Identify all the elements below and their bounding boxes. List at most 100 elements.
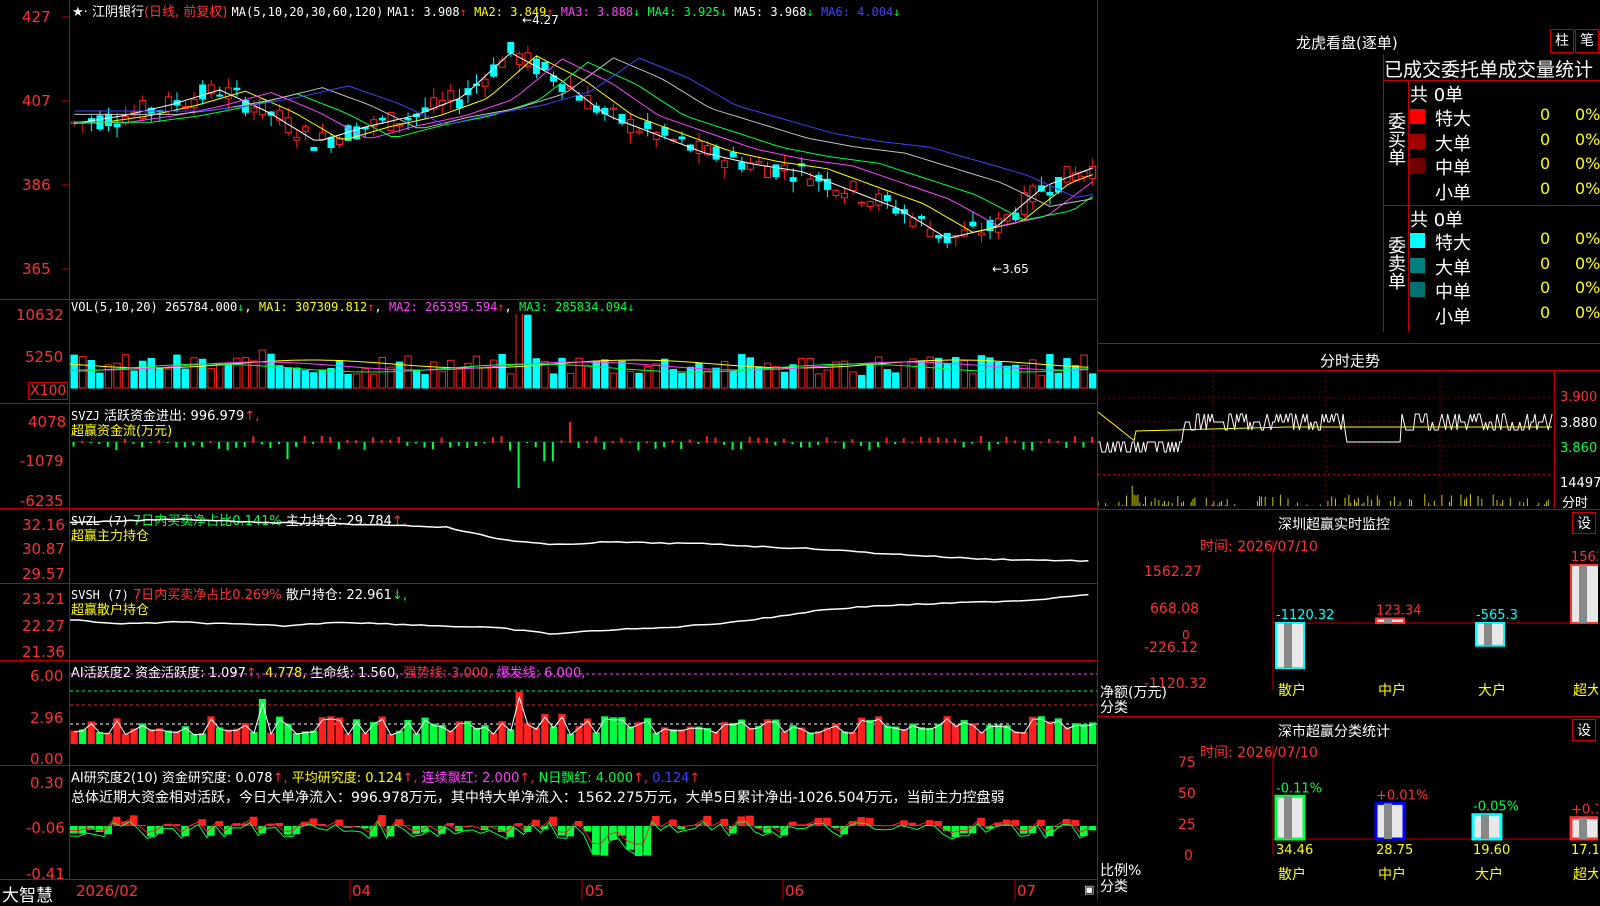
intraday-chart[interactable] [1098, 372, 1554, 508]
research-bar [70, 826, 78, 833]
sell-count: 0 [1540, 303, 1550, 322]
volume-bar [585, 366, 591, 388]
volume-bar [1055, 373, 1061, 388]
flow-bar [697, 442, 699, 444]
flow-bar [81, 441, 83, 443]
price-axis-365: 365 [22, 260, 51, 278]
flow-bar [809, 442, 811, 448]
volume-bar [422, 375, 428, 388]
sell-color-swatch [1410, 258, 1425, 273]
ratio-bar-chart[interactable]: -0.11%34.46散户+0.01%28.75中户-0.05%19.60大户+… [1198, 745, 1598, 900]
monitor-axis-3: -226.12 [1144, 640, 1198, 656]
classify-title: 深市超赢分类统计 [1278, 721, 1390, 741]
candle-body [456, 100, 462, 108]
net-amount-bar-chart[interactable]: -1120.32散户123.34中户-565.3大户1562.27超大 [1198, 540, 1598, 710]
ratio-value-label: 17.19 [1571, 843, 1598, 858]
flow-bar [612, 441, 614, 443]
retail-holding-chart[interactable] [70, 584, 1097, 660]
flow-bar [132, 442, 134, 444]
price-axis-386: 386 [22, 176, 51, 194]
ma-value-3: MA3: 3.888 [554, 5, 633, 19]
research-bar [815, 818, 823, 826]
svzl-axis-bot: 29.57 [22, 565, 65, 583]
flow-bar [749, 437, 751, 443]
sz-monitor-settings-button[interactable]: 设 [1572, 512, 1596, 534]
net-value-label: 1562.27 [1571, 550, 1598, 565]
buy-row: 大单00% [1410, 130, 1600, 154]
volume-bar [499, 354, 505, 388]
classify-axis-1: 50 [1178, 786, 1196, 802]
capital-flow-chart[interactable] [70, 410, 1097, 505]
activity-bar [447, 731, 454, 744]
flow-bar [928, 438, 930, 443]
volume-bar [139, 361, 145, 388]
sell-name: 小单 [1435, 303, 1471, 329]
flow-bar [603, 442, 605, 449]
sell-row: 小单00% [1410, 303, 1600, 327]
vol-ma3-arrow: ↓ [627, 300, 634, 314]
activity-bar [978, 732, 985, 744]
volume-bar [302, 371, 308, 388]
holding-line [70, 519, 1088, 561]
volume-chart[interactable] [70, 314, 1097, 402]
intraday-vol: 14497 [1560, 476, 1600, 491]
flow-bar [740, 442, 742, 449]
flow-bar [346, 440, 348, 443]
flow-bar [1040, 442, 1042, 443]
activity-bar [618, 717, 625, 744]
holding-line [70, 595, 1088, 634]
activity-bar [233, 729, 240, 744]
flow-bar [483, 442, 485, 444]
activity-bar [610, 717, 617, 744]
volume-bar [602, 360, 608, 388]
volume-bar [687, 367, 693, 388]
category-label: 超大 [1573, 867, 1598, 883]
ma-value-5: MA5: 3.968 [727, 5, 806, 19]
category-label: 大户 [1478, 682, 1506, 699]
activity-bar [729, 723, 736, 744]
flow-bar [167, 442, 169, 443]
classify-settings-button[interactable]: 设 [1572, 719, 1596, 741]
activity-bar [918, 727, 925, 744]
volume-bar [345, 374, 351, 388]
volume-bar [182, 369, 188, 388]
sell-orders-label: 委卖单 [1386, 236, 1406, 290]
activity-bar [712, 732, 719, 744]
ai2-label3: 连续飘红: 2.000 [422, 771, 520, 786]
volume-bar [157, 367, 163, 388]
activity-bar [113, 718, 120, 744]
candle-body [876, 194, 882, 205]
candlestick-chart[interactable] [70, 18, 1097, 298]
activity-bar [173, 731, 180, 744]
main-holding-chart[interactable] [70, 509, 1097, 583]
candle-body [884, 196, 890, 201]
monitor-xlabel: 分类 [1100, 697, 1128, 717]
vol-header: VOL(5,10,20) 265784.000↓, MA1: 307309.81… [71, 300, 635, 314]
activity-bar [627, 726, 634, 744]
candle-body [722, 161, 728, 168]
net-value-label: -1120.32 [1276, 608, 1334, 623]
flow-bar [252, 436, 254, 443]
candle-body [1047, 192, 1053, 195]
lock-icon[interactable]: ▣ [1084, 883, 1094, 896]
volume-bar [1064, 359, 1070, 388]
activity-bar [1089, 722, 1096, 744]
flow-bar [732, 442, 734, 450]
flow-bar [646, 441, 648, 443]
flow-bar [1091, 437, 1093, 443]
candle-body [405, 119, 411, 120]
price-line [1098, 414, 1552, 452]
flow-bar [672, 440, 674, 443]
activity-bar [866, 720, 873, 744]
flow-bar [355, 440, 357, 443]
ratio-change-label: +0.15% [1571, 803, 1598, 818]
volume-bar [619, 361, 625, 388]
activity-chart[interactable] [70, 672, 1097, 762]
intraday-title: 分时走势 [1320, 350, 1380, 371]
volume-bar [858, 375, 864, 388]
flow-bar [963, 442, 965, 447]
research-chart[interactable] [70, 800, 1097, 880]
flow-bar [244, 442, 246, 447]
sell-count: 0 [1540, 254, 1550, 273]
volume-bar [696, 363, 702, 388]
